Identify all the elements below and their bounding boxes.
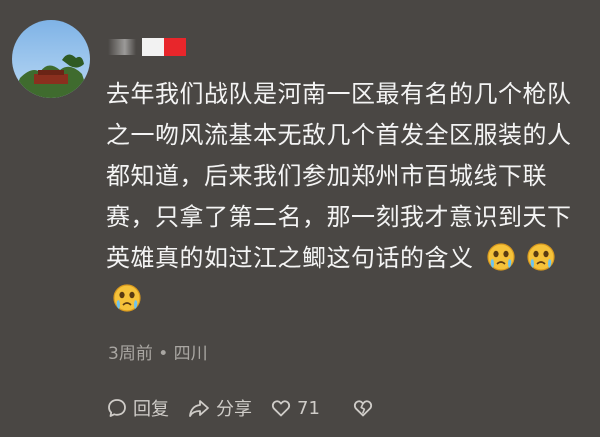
share-button[interactable]: 分享 [187,395,252,421]
emoji-line [106,279,586,320]
username-mask-white [142,38,164,56]
reply-bubble-icon [108,399,126,417]
username-mask-red [164,38,186,56]
like-count: 71 [297,397,320,419]
crying-face-emoji-icon [486,243,515,271]
avatar-image [12,20,90,98]
dislike-button[interactable] [352,397,379,419]
reply-button[interactable]: 回复 [106,395,169,421]
crying-face-emoji-icon [113,284,141,312]
comment-meta: 3周前 • 四川 [108,344,208,364]
avatar[interactable] [12,20,90,98]
username-blur [108,39,136,55]
comment-actions: 回复 分享 71 [106,395,397,421]
like-button[interactable]: 71 [270,397,320,419]
share-label: 分享 [216,399,252,420]
broken-heart-icon [353,400,372,417]
heart-icon [271,400,291,417]
reply-label: 回复 [133,399,169,420]
crying-face-emoji-icon [526,243,555,271]
comment-body: 去年我们战队是河南一区最有名的几个枪队之一吻风流基本无敌几个首发全区服装的人都知… [106,74,586,320]
share-arrow-icon [189,400,209,417]
username[interactable] [108,38,186,56]
